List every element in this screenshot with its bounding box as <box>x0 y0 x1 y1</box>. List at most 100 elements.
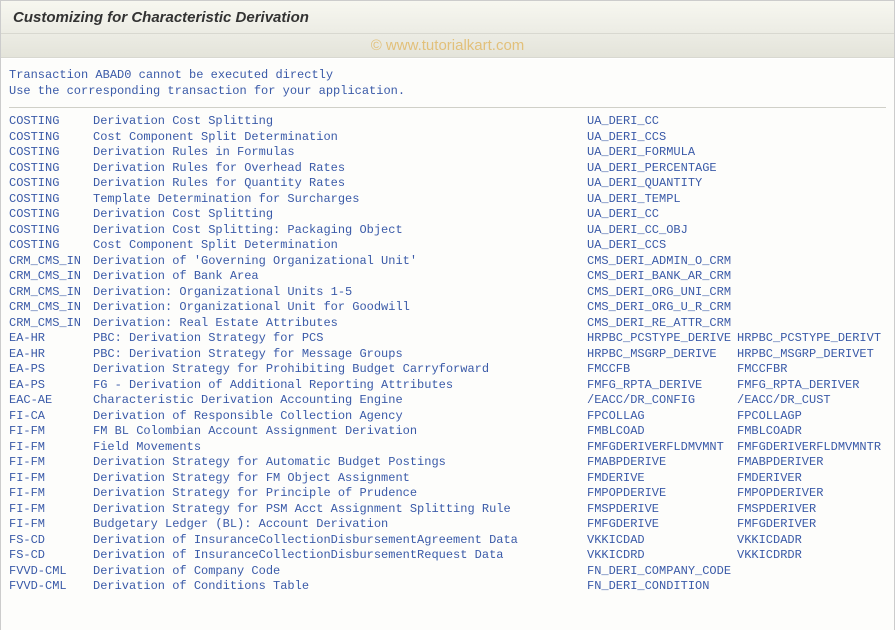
table-row: FVVD-CMLDerivation of Company CodeFN_DER… <box>9 564 886 580</box>
cell-command: UA_DERI_CCS <box>587 238 737 254</box>
cell-description: Derivation of 'Governing Organizational … <box>93 254 587 270</box>
cell-description: Derivation Rules for Overhead Rates <box>93 161 587 177</box>
cell-command: CMS_DERI_ORG_UNI_CRM <box>587 285 737 301</box>
table-row: EAC-AECharacteristic Derivation Accounti… <box>9 393 886 409</box>
toolbar-area: © www.tutorialkart.com <box>1 34 894 58</box>
cell-category: COSTING <box>9 130 93 146</box>
cell-command: CMS_DERI_RE_ATTR_CRM <box>587 316 737 332</box>
content-area: Transaction ABAD0 cannot be executed dir… <box>1 58 894 630</box>
cell-command-2: FMFG_RPTA_DERIVER <box>737 378 886 394</box>
table-row: COSTINGCost Component Split Determinatio… <box>9 238 886 254</box>
cell-command: HRPBC_PCSTYPE_DERIVE <box>587 331 737 347</box>
cell-command-2: VKKICDRDR <box>737 548 886 564</box>
cell-command: FMFGDERIVE <box>587 517 737 533</box>
message-area: Transaction ABAD0 cannot be executed dir… <box>9 65 886 108</box>
cell-command: FPCOLLAG <box>587 409 737 425</box>
cell-command: FMFG_RPTA_DERIVE <box>587 378 737 394</box>
cell-description: Field Movements <box>93 440 587 456</box>
cell-category: COSTING <box>9 176 93 192</box>
cell-category: FS-CD <box>9 533 93 549</box>
cell-category: COSTING <box>9 238 93 254</box>
cell-category: FI-FM <box>9 471 93 487</box>
table-row: COSTINGDerivation Rules for Overhead Rat… <box>9 161 886 177</box>
cell-category: FS-CD <box>9 548 93 564</box>
cell-command-2: FMSPDERIVER <box>737 502 886 518</box>
cell-command: FMABPDERIVE <box>587 455 737 471</box>
cell-category: FI-FM <box>9 517 93 533</box>
cell-description: Derivation of Responsible Collection Age… <box>93 409 587 425</box>
cell-category: FVVD-CML <box>9 579 93 595</box>
cell-category: EA-PS <box>9 378 93 394</box>
cell-category: COSTING <box>9 207 93 223</box>
table-row: FS-CDDerivation of InsuranceCollectionDi… <box>9 533 886 549</box>
cell-command: UA_DERI_CC <box>587 114 737 130</box>
cell-command: VKKICDRD <box>587 548 737 564</box>
cell-command: FN_DERI_CONDITION <box>587 579 737 595</box>
cell-command-2: FMFGDERIVERFLDMVMNTR <box>737 440 886 456</box>
title-bar: Customizing for Characteristic Derivatio… <box>1 1 894 34</box>
cell-category: EA-HR <box>9 331 93 347</box>
cell-category: CRM_CMS_IN <box>9 316 93 332</box>
cell-category: FI-FM <box>9 440 93 456</box>
cell-command: VKKICDAD <box>587 533 737 549</box>
table-row: COSTINGCost Component Split Determinatio… <box>9 130 886 146</box>
table-row: FI-FMDerivation Strategy for Principle o… <box>9 486 886 502</box>
cell-command: FMCCFB <box>587 362 737 378</box>
table-row: EA-HRPBC: Derivation Strategy for Messag… <box>9 347 886 363</box>
cell-command-2 <box>737 114 886 130</box>
cell-command: UA_DERI_QUANTITY <box>587 176 737 192</box>
cell-command-2 <box>737 564 886 580</box>
table-row: EA-PSDerivation Strategy for Prohibiting… <box>9 362 886 378</box>
cell-description: Derivation Cost Splitting <box>93 207 587 223</box>
cell-command-2: FMFGDERIVER <box>737 517 886 533</box>
cell-category: CRM_CMS_IN <box>9 254 93 270</box>
cell-command: FMSPDERIVE <box>587 502 737 518</box>
cell-command-2: HRPBC_MSGRP_DERIVET <box>737 347 886 363</box>
table-row: CRM_CMS_INDerivation: Organizational Uni… <box>9 285 886 301</box>
table-row: FI-FMDerivation Strategy for PSM Acct As… <box>9 502 886 518</box>
cell-description: Derivation Strategy for Prohibiting Budg… <box>93 362 587 378</box>
cell-command-2 <box>737 285 886 301</box>
cell-description: Derivation Strategy for Principle of Pru… <box>93 486 587 502</box>
cell-description: Derivation Rules in Formulas <box>93 145 587 161</box>
cell-category: COSTING <box>9 223 93 239</box>
cell-description: Derivation Strategy for Automatic Budget… <box>93 455 587 471</box>
cell-command-2: /EACC/DR_CUST <box>737 393 886 409</box>
cell-category: COSTING <box>9 145 93 161</box>
cell-command-2 <box>737 269 886 285</box>
cell-description: Derivation of Bank Area <box>93 269 587 285</box>
cell-command-2 <box>737 145 886 161</box>
cell-category: COSTING <box>9 161 93 177</box>
table-row: COSTINGDerivation Rules for Quantity Rat… <box>9 176 886 192</box>
header-area: Customizing for Characteristic Derivatio… <box>1 1 894 58</box>
cell-command-2 <box>737 161 886 177</box>
table-row: COSTINGDerivation Cost SplittingUA_DERI_… <box>9 114 886 130</box>
cell-description: Derivation: Real Estate Attributes <box>93 316 587 332</box>
cell-category: FI-FM <box>9 455 93 471</box>
cell-category: CRM_CMS_IN <box>9 269 93 285</box>
cell-command-2 <box>737 192 886 208</box>
cell-command: HRPBC_MSGRP_DERIVE <box>587 347 737 363</box>
cell-description: Derivation of InsuranceCollectionDisburs… <box>93 533 587 549</box>
cell-command-2 <box>737 579 886 595</box>
cell-description: Characteristic Derivation Accounting Eng… <box>93 393 587 409</box>
cell-command: FMDERIVE <box>587 471 737 487</box>
cell-command-2 <box>737 176 886 192</box>
cell-category: COSTING <box>9 192 93 208</box>
cell-command: CMS_DERI_BANK_AR_CRM <box>587 269 737 285</box>
cell-command-2 <box>737 238 886 254</box>
cell-command-2: FMABPDERIVER <box>737 455 886 471</box>
cell-command-2: VKKICDADR <box>737 533 886 549</box>
cell-command-2 <box>737 254 886 270</box>
cell-command-2: FMDERIVER <box>737 471 886 487</box>
cell-description: Budgetary Ledger (BL): Account Derivatio… <box>93 517 587 533</box>
cell-command: UA_DERI_TEMPL <box>587 192 737 208</box>
cell-command: FMBLCOAD <box>587 424 737 440</box>
cell-category: CRM_CMS_IN <box>9 300 93 316</box>
table-row: FI-FMField MovementsFMFGDERIVERFLDMVMNTF… <box>9 440 886 456</box>
cell-category: EAC-AE <box>9 393 93 409</box>
cell-description: Derivation Cost Splitting <box>93 114 587 130</box>
cell-category: EA-PS <box>9 362 93 378</box>
table-row: FI-FMDerivation Strategy for Automatic B… <box>9 455 886 471</box>
message-line-2: Use the corresponding transaction for yo… <box>9 83 886 99</box>
